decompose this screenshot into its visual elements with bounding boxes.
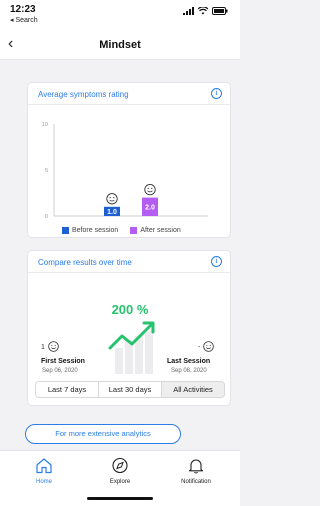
compare-card-title: Compare results over time — [38, 258, 132, 267]
status-time: 12:23 — [10, 4, 36, 15]
tab-last-7-days[interactable]: Last 7 days — [36, 382, 99, 397]
first-session-score: 1 — [41, 344, 45, 351]
y-tick-label: 0 — [45, 214, 48, 220]
y-tick-label: 5 — [45, 168, 48, 174]
chart-legend: Before session After session — [62, 227, 181, 234]
smiley-icon — [48, 341, 59, 352]
home-indicator — [87, 497, 153, 500]
extensive-analytics-button[interactable]: For more extensive analytics — [25, 424, 181, 444]
home-icon — [36, 458, 52, 474]
nav-bar: ‹ Mindset — [0, 30, 240, 60]
last-session-label: Last Session — [167, 358, 211, 365]
compare-card-header: Compare results over time i — [28, 251, 230, 273]
tab-notification-label: Notification — [181, 479, 211, 485]
tab-home-label: Home — [35, 479, 52, 485]
symptoms-card-title: Average symptoms rating — [38, 90, 129, 99]
page-title: Mindset — [99, 39, 141, 51]
status-icons — [183, 7, 228, 15]
tab-explore-label: Explore — [109, 479, 131, 485]
tab-notification[interactable]: Notification — [166, 457, 226, 485]
bell-icon — [188, 459, 204, 474]
smiley-icon — [203, 341, 214, 352]
back-to-app-link[interactable]: ◂ Search — [10, 16, 38, 24]
y-tick-label: 10 — [42, 122, 48, 128]
info-icon[interactable]: i — [211, 88, 222, 99]
last-session-score: - — [198, 344, 201, 351]
info-icon[interactable]: i — [211, 256, 222, 267]
status-bar: 12:23 ◂ Search — [0, 0, 240, 30]
symptoms-chart: 0 5 10 1.0 2.0 — [42, 122, 208, 220]
wifi-icon — [198, 7, 208, 15]
symptoms-card: Average symptoms rating i 0 5 10 1.0 2.0 Bef… — [27, 82, 231, 238]
tab-home[interactable]: Home — [14, 457, 74, 485]
compare-card: Compare results over time i 200 % 1 Firs… — [27, 250, 231, 406]
compare-body: 200 % 1 First Session Sep 06, 2020 - Las… — [28, 274, 232, 374]
time-range-selector: Last 7 days Last 30 days All Activities — [35, 381, 225, 398]
smiley-icon — [106, 193, 118, 205]
legend-item-after: After session — [130, 227, 181, 234]
first-session-date: Sep 06, 2020 — [42, 368, 78, 374]
background-bars-graphic — [115, 328, 153, 374]
tab-all-activities[interactable]: All Activities — [162, 382, 224, 397]
smiley-icon — [144, 183, 156, 196]
battery-icon — [212, 7, 228, 15]
legend-label-before: Before session — [72, 227, 119, 234]
compass-icon — [112, 457, 128, 474]
last-session-date: Sep 08, 2020 — [171, 368, 207, 374]
legend-swatch-before — [62, 227, 69, 234]
symptoms-card-header: Average symptoms rating i — [28, 83, 230, 105]
legend-label-after: After session — [140, 227, 181, 234]
first-session-label: First Session — [41, 358, 85, 365]
signal-icon — [183, 7, 194, 15]
bar-value-label: 1.0 — [107, 209, 117, 216]
tab-last-30-days[interactable]: Last 30 days — [99, 382, 162, 397]
tab-explore[interactable]: Explore — [90, 457, 150, 485]
legend-swatch-after — [130, 227, 138, 234]
bar-value-label: 2.0 — [145, 204, 155, 211]
legend-item-before: Before session — [62, 227, 118, 234]
